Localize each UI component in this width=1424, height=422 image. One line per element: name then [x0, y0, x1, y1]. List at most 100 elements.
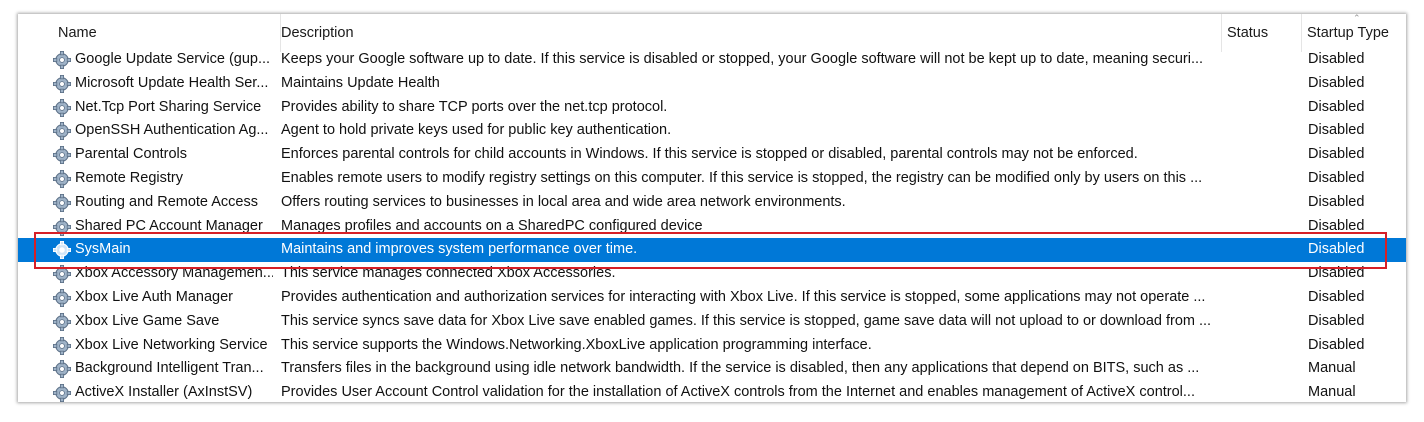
table-row[interactable]: Routing and Remote Access Offers routing… [18, 191, 1406, 215]
table-row[interactable]: Parental Controls Enforces parental cont… [18, 143, 1406, 167]
table-row[interactable]: Remote Registry Enables remote users to … [18, 167, 1406, 191]
table-row[interactable]: Microsoft Update Health Ser... Maintains… [18, 72, 1406, 96]
service-status [1226, 238, 1304, 262]
service-name: SysMain [75, 241, 131, 258]
table-row[interactable]: Xbox Accessory Managemen... This service… [18, 262, 1406, 286]
service-name-cell: Routing and Remote Access [53, 191, 273, 215]
service-name: Parental Controls [75, 146, 188, 163]
service-gear-icon [53, 193, 71, 212]
service-description: Enforces parental controls for child acc… [281, 146, 1138, 163]
services-table-body: Google Update Service (gup... Keeps your… [18, 48, 1406, 402]
service-name-cell: Xbox Live Auth Manager [53, 286, 273, 310]
service-startup-type: Disabled [1308, 169, 1365, 186]
service-name-cell: Xbox Accessory Managemen... [53, 262, 273, 286]
service-name: Shared PC Account Manager [75, 217, 263, 234]
service-gear-icon [53, 146, 71, 165]
service-status [1226, 96, 1304, 120]
service-startup-type: Disabled [1308, 265, 1365, 282]
service-name: Microsoft Update Health Ser... [75, 74, 269, 91]
service-name-cell: Google Update Service (gup... [53, 48, 273, 72]
service-name: ActiveX Installer (AxInstSV) [75, 384, 253, 401]
service-gear-icon [53, 360, 71, 379]
column-header-status[interactable]: Status [1222, 14, 1302, 52]
service-gear-icon [53, 288, 71, 307]
table-row[interactable]: Xbox Live Networking Service This servic… [18, 334, 1406, 358]
service-name: Xbox Live Game Save [75, 312, 220, 329]
service-description: Provides authentication and authorizatio… [281, 288, 1206, 305]
service-gear-icon [53, 265, 71, 284]
service-name-cell: SysMain [53, 238, 273, 262]
service-gear-icon [53, 169, 71, 188]
service-gear-icon [53, 122, 71, 141]
column-header-bar: Name Description Status Startup Type [18, 14, 1406, 52]
service-startup-type: Disabled [1308, 122, 1365, 139]
service-description: Maintains Update Health [281, 74, 440, 91]
table-row[interactable]: ActiveX Installer (AxInstSV) Provides Us… [18, 381, 1406, 402]
service-startup-type: Disabled [1308, 98, 1365, 115]
service-description: Manages profiles and accounts on a Share… [281, 217, 703, 234]
table-row[interactable]: Net.Tcp Port Sharing Service Provides ab… [18, 96, 1406, 120]
service-status [1226, 357, 1304, 381]
service-name: Google Update Service (gup... [75, 51, 271, 67]
table-row[interactable]: Google Update Service (gup... Keeps your… [18, 48, 1406, 72]
service-startup-type: Disabled [1308, 146, 1365, 163]
service-status [1226, 167, 1304, 191]
service-gear-icon [53, 312, 71, 331]
service-status [1226, 215, 1304, 239]
service-name: Xbox Live Networking Service [75, 336, 268, 353]
service-status [1226, 72, 1304, 96]
service-gear-icon [53, 51, 71, 69]
column-header-name[interactable]: Name [53, 14, 281, 52]
service-status [1226, 143, 1304, 167]
table-row[interactable]: OpenSSH Authentication Ag... Agent to ho… [18, 119, 1406, 143]
service-startup-type: Disabled [1308, 51, 1365, 67]
table-row[interactable]: Xbox Live Game Save This service syncs s… [18, 310, 1406, 334]
service-description: Maintains and improves system performanc… [281, 241, 638, 258]
service-name-cell: OpenSSH Authentication Ag... [53, 119, 273, 143]
service-name-cell: Background Intelligent Tran... [53, 357, 273, 381]
service-description: This service syncs save data for Xbox Li… [281, 312, 1212, 329]
service-status [1226, 191, 1304, 215]
service-description: Enables remote users to modify registry … [281, 169, 1203, 186]
service-gear-icon [53, 98, 71, 117]
service-startup-type: Disabled [1308, 74, 1365, 91]
service-name: Remote Registry [75, 169, 183, 186]
service-gear-icon [53, 241, 71, 260]
service-name-cell: Shared PC Account Manager [53, 215, 273, 239]
service-description: Provides ability to share TCP ports over… [281, 98, 668, 115]
service-name-cell: Xbox Live Game Save [53, 310, 273, 334]
table-row[interactable]: Shared PC Account Manager Manages profil… [18, 215, 1406, 239]
service-description: This service supports the Windows.Networ… [281, 336, 872, 353]
column-header-description[interactable]: Description [276, 14, 1222, 52]
table-row[interactable]: Background Intelligent Tran... Transfers… [18, 357, 1406, 381]
service-startup-type: Disabled [1308, 241, 1365, 258]
scroll-up-icon[interactable]: ⌃ [1353, 14, 1363, 23]
service-name: Routing and Remote Access [75, 193, 258, 210]
service-name-cell: Parental Controls [53, 143, 273, 167]
service-description: Transfers files in the background using … [281, 360, 1200, 377]
service-name-cell: ActiveX Installer (AxInstSV) [53, 381, 273, 402]
service-startup-type: Disabled [1308, 336, 1365, 353]
service-description: Keeps your Google software up to date. I… [281, 51, 1204, 67]
service-description: This service manages connected Xbox Acce… [281, 265, 616, 282]
table-row[interactable]: SysMain Maintains and improves system pe… [18, 238, 1406, 263]
service-status [1226, 262, 1304, 286]
service-description: Provides User Account Control validation… [281, 384, 1195, 401]
service-description: Offers routing services to businesses in… [281, 193, 846, 210]
service-startup-type: Disabled [1308, 288, 1365, 305]
service-description: Agent to hold private keys used for publ… [281, 122, 672, 139]
service-gear-icon [53, 336, 71, 355]
service-status [1226, 119, 1304, 143]
service-status [1226, 381, 1304, 402]
service-status [1226, 334, 1304, 358]
service-gear-icon [53, 384, 71, 402]
services-list-panel: Name Description Status Startup Type Goo… [18, 14, 1406, 402]
service-name-cell: Remote Registry [53, 167, 273, 191]
service-startup-type: Disabled [1308, 217, 1365, 234]
table-row[interactable]: Xbox Live Auth Manager Provides authenti… [18, 286, 1406, 310]
service-name-cell: Xbox Live Networking Service [53, 334, 273, 358]
service-gear-icon [53, 74, 71, 93]
service-startup-type: Manual [1308, 360, 1356, 377]
service-status [1226, 48, 1304, 72]
service-status [1226, 310, 1304, 334]
